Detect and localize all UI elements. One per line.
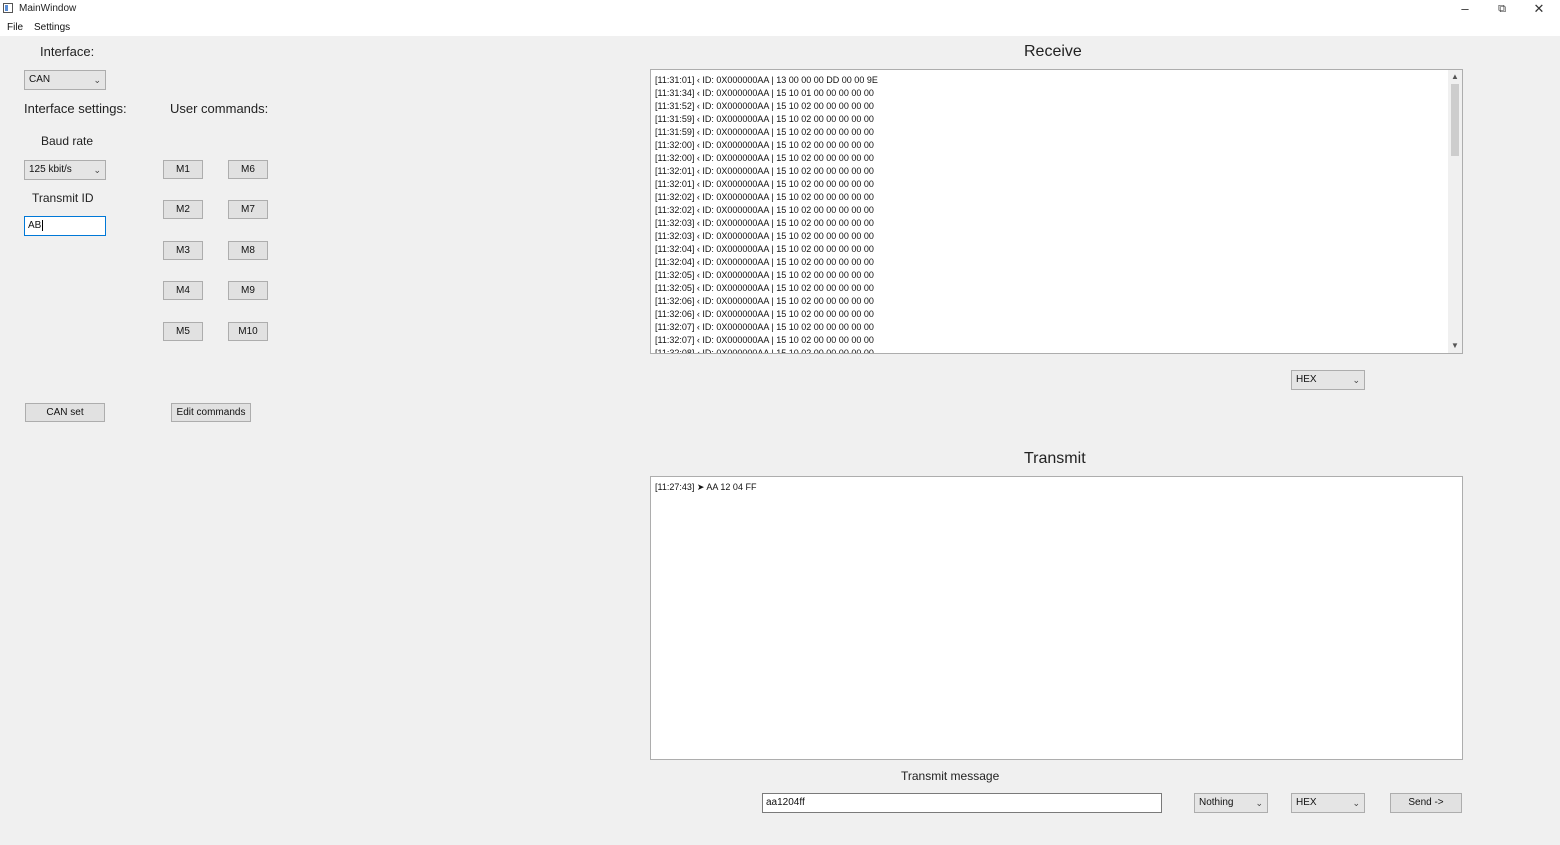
interface-settings-label: Interface settings: bbox=[24, 101, 127, 116]
log-line: [11:32:06] ‹ ID: 0X000000AA | 15 10 02 0… bbox=[655, 296, 874, 306]
menu-settings[interactable]: Settings bbox=[34, 22, 70, 33]
log-line: [11:32:07] ‹ ID: 0X000000AA | 15 10 02 0… bbox=[655, 322, 874, 332]
transmit-log[interactable]: [11:27:43] ➤ AA 12 04 FF bbox=[650, 476, 1463, 760]
menu-bar: File Settings bbox=[0, 18, 1560, 36]
close-button[interactable]: ✕ bbox=[1521, 0, 1557, 18]
receive-log-list: [11:31:01] ‹ ID: 0X000000AA | 13 00 00 0… bbox=[655, 74, 878, 354]
restore-button[interactable]: ⧉ bbox=[1484, 0, 1520, 18]
command-button-m8[interactable]: M8 bbox=[228, 241, 268, 260]
transmit-message-value: aa1204ff bbox=[766, 797, 805, 808]
minimize-button[interactable]: – bbox=[1447, 0, 1483, 18]
log-line: [11:27:43] ➤ AA 12 04 FF bbox=[655, 482, 757, 492]
can-set-button[interactable]: CAN set bbox=[25, 403, 105, 422]
interface-value: CAN bbox=[29, 74, 51, 85]
transmit-log-list: [11:27:43] ➤ AA 12 04 FF bbox=[655, 481, 756, 494]
baud-rate-combo[interactable]: 125 kbit/s ⌄ bbox=[24, 160, 106, 180]
chevron-down-icon: ⌄ bbox=[1255, 798, 1263, 808]
receive-log[interactable]: [11:31:01] ‹ ID: 0X000000AA | 13 00 00 0… bbox=[650, 69, 1463, 354]
transmit-format-value: HEX bbox=[1296, 797, 1317, 808]
line-ending-value: Nothing bbox=[1199, 797, 1234, 808]
log-line: [11:31:01] ‹ ID: 0X000000AA | 13 00 00 0… bbox=[655, 75, 878, 85]
command-button-m7[interactable]: M7 bbox=[228, 200, 268, 219]
log-line: [11:32:01] ‹ ID: 0X000000AA | 15 10 02 0… bbox=[655, 179, 874, 189]
log-line: [11:32:05] ‹ ID: 0X000000AA | 15 10 02 0… bbox=[655, 283, 874, 293]
menu-file[interactable]: File bbox=[7, 22, 23, 33]
command-button-m2[interactable]: M2 bbox=[163, 200, 203, 219]
command-button-m9[interactable]: M9 bbox=[228, 281, 268, 300]
receive-format-combo[interactable]: HEX ⌄ bbox=[1291, 370, 1365, 390]
log-line: [11:32:00] ‹ ID: 0X000000AA | 15 10 02 0… bbox=[655, 140, 874, 150]
edit-commands-button[interactable]: Edit commands bbox=[171, 403, 251, 422]
receive-scrollbar[interactable]: ▲ ▼ bbox=[1448, 70, 1462, 353]
scroll-thumb[interactable] bbox=[1451, 84, 1459, 156]
user-commands-label: User commands: bbox=[170, 101, 269, 116]
command-button-m1[interactable]: M1 bbox=[163, 160, 203, 179]
baud-rate-value: 125 kbit/s bbox=[29, 164, 72, 175]
log-line: [11:31:52] ‹ ID: 0X000000AA | 15 10 02 0… bbox=[655, 101, 874, 111]
interface-combo[interactable]: CAN ⌄ bbox=[24, 70, 106, 90]
log-line: [11:32:03] ‹ ID: 0X000000AA | 15 10 02 0… bbox=[655, 218, 874, 228]
arrow-up-icon[interactable]: ▲ bbox=[1448, 70, 1462, 84]
log-line: [11:32:04] ‹ ID: 0X000000AA | 15 10 02 0… bbox=[655, 257, 874, 267]
receive-title: Receive bbox=[1024, 43, 1082, 60]
chevron-down-icon: ⌄ bbox=[93, 165, 101, 175]
log-line: [11:32:03] ‹ ID: 0X000000AA | 15 10 02 0… bbox=[655, 231, 874, 241]
chevron-down-icon: ⌄ bbox=[93, 75, 101, 85]
command-button-m4[interactable]: M4 bbox=[163, 281, 203, 300]
log-line: [11:32:01] ‹ ID: 0X000000AA | 15 10 02 0… bbox=[655, 166, 874, 176]
transmit-title: Transmit bbox=[1024, 450, 1086, 467]
log-line: [11:32:06] ‹ ID: 0X000000AA | 15 10 02 0… bbox=[655, 309, 874, 319]
chevron-down-icon: ⌄ bbox=[1352, 798, 1360, 808]
app-icon bbox=[3, 3, 13, 13]
command-button-m6[interactable]: M6 bbox=[228, 160, 268, 179]
log-line: [11:32:05] ‹ ID: 0X000000AA | 15 10 02 0… bbox=[655, 270, 874, 280]
line-ending-combo[interactable]: Nothing ⌄ bbox=[1194, 793, 1268, 813]
title-bar: MainWindow – ⧉ ✕ bbox=[0, 0, 1560, 18]
transmit-format-combo[interactable]: HEX ⌄ bbox=[1291, 793, 1365, 813]
window-title: MainWindow bbox=[19, 3, 77, 14]
text-caret bbox=[42, 219, 44, 231]
interface-label: Interface: bbox=[40, 44, 95, 59]
arrow-down-icon[interactable]: ▼ bbox=[1448, 339, 1462, 353]
command-button-m3[interactable]: M3 bbox=[163, 241, 203, 260]
transmit-id-label: Transmit ID bbox=[32, 191, 94, 205]
log-line: [11:31:34] ‹ ID: 0X000000AA | 15 10 01 0… bbox=[655, 88, 874, 98]
log-line: [11:32:00] ‹ ID: 0X000000AA | 15 10 02 0… bbox=[655, 153, 874, 163]
baud-rate-label: Baud rate bbox=[41, 134, 94, 148]
command-button-m5[interactable]: M5 bbox=[163, 322, 203, 341]
transmit-message-input[interactable]: aa1204ff bbox=[762, 793, 1162, 813]
transmit-id-value: AB bbox=[28, 220, 42, 231]
log-line: [11:31:59] ‹ ID: 0X000000AA | 15 10 02 0… bbox=[655, 114, 874, 124]
log-line: [11:32:08] ‹ ID: 0X000000AA | 15 10 02 0… bbox=[655, 348, 874, 354]
command-button-m10[interactable]: M10 bbox=[228, 322, 268, 341]
log-line: [11:31:59] ‹ ID: 0X000000AA | 15 10 02 0… bbox=[655, 127, 874, 137]
transmit-id-input[interactable]: AB bbox=[24, 216, 106, 236]
send-button[interactable]: Send -> bbox=[1390, 793, 1462, 813]
log-line: [11:32:07] ‹ ID: 0X000000AA | 15 10 02 0… bbox=[655, 335, 874, 345]
chevron-down-icon: ⌄ bbox=[1352, 375, 1360, 385]
log-line: [11:32:04] ‹ ID: 0X000000AA | 15 10 02 0… bbox=[655, 244, 874, 254]
receive-format-value: HEX bbox=[1296, 374, 1317, 385]
log-line: [11:32:02] ‹ ID: 0X000000AA | 15 10 02 0… bbox=[655, 192, 874, 202]
log-line: [11:32:02] ‹ ID: 0X000000AA | 15 10 02 0… bbox=[655, 205, 874, 215]
transmit-message-label: Transmit message bbox=[901, 769, 1000, 783]
